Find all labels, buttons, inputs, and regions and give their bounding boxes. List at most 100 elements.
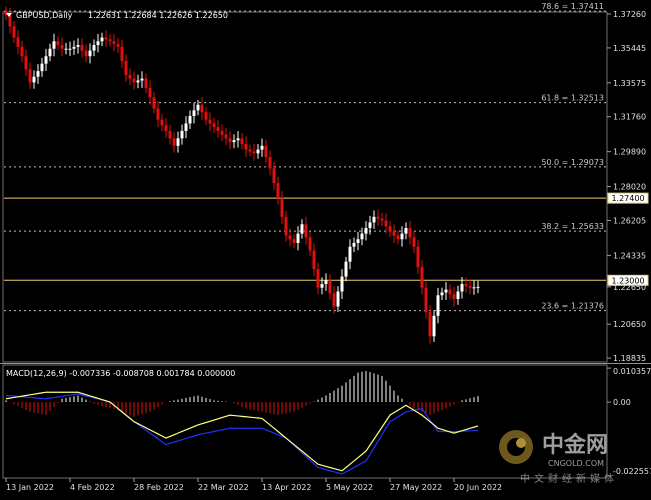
price-scale-label: 1.18835 [613,354,646,363]
candle-body [384,220,388,227]
candle-body [240,138,244,144]
candle-body [76,45,80,47]
cngold-logo-dot [516,438,526,448]
candle [156,101,160,128]
candle [116,38,120,53]
candle-body [172,138,176,146]
candle [408,220,412,245]
candle-body [52,41,56,49]
candle [384,213,388,234]
candle-body [472,287,476,289]
candle-body [284,216,288,236]
candle [288,228,292,247]
candle [292,234,296,248]
candle [104,30,108,47]
candle [244,136,248,158]
candle [300,219,304,239]
candle [352,237,356,253]
candle-body [24,56,28,70]
candle-body [328,280,332,294]
price-scale-label: 1.33575 [613,79,646,88]
candle-body [252,151,256,154]
candle [360,227,364,246]
candle [368,215,372,235]
candle-body [312,250,316,270]
candle-body [80,45,84,51]
candle [80,38,84,58]
candle-body [20,46,24,57]
candle-body [60,45,64,49]
time-scale-label: 4 Feb 2022 [70,483,115,492]
candle [48,43,52,62]
candle-body [144,78,148,88]
horizontal-lines[interactable]: 1.274001.23000 [4,192,649,286]
price-scale-label: 1.22650 [613,283,646,292]
macd-scale-label: 0.010357 [613,367,651,376]
candle [308,231,312,257]
candle [304,216,308,245]
candle-body [304,224,308,238]
candle-body [456,291,460,299]
candle [340,269,344,299]
candle-body [448,289,452,295]
candle [248,144,252,157]
candle [24,49,28,77]
candle [152,92,156,114]
candle-body [272,168,276,184]
candle [376,209,380,226]
chart-canvas[interactable]: 78.6 = 1.37411 61.8 = 1.32513 50.0 = 1.290… [0,0,651,496]
candle-body [184,123,188,131]
candle-body [404,228,408,234]
candle-body [368,222,372,229]
candle-body [220,130,224,135]
candle [192,102,196,124]
candle [64,43,68,55]
candle-body [196,104,200,111]
candle-body [264,145,268,158]
macd-series [5,370,479,475]
candle [40,57,44,77]
candle [284,211,288,242]
price-scale-label: 1.24335 [613,251,646,260]
candle-body [476,286,480,288]
candle-body [168,130,172,139]
candle-body [200,104,204,113]
candle [276,176,280,205]
candle-body [468,285,472,288]
candle [440,287,444,301]
candle-body [192,110,196,116]
candle-body [352,242,356,247]
candle-body [208,119,212,124]
candle [468,279,472,295]
candle-body [460,284,464,292]
candle [348,239,352,270]
watermark-en: CNGOLD.COM [548,459,604,468]
time-scale[interactable]: 13 Jan 2022 4 Feb 2022 28 Feb 2022 22 Mar 2… [5,478,502,492]
macd-indicator-label[interactable]: MACD(12,26,9) -0.007336 -0.008708 0.0017… [6,369,235,378]
candle-body [156,108,160,120]
candle-body [164,125,168,131]
candle-body [296,233,300,243]
candle [208,112,212,131]
candle [332,286,336,314]
trading-terminal-chart-window[interactable]: 78.6 = 1.37411 61.8 = 1.32513 50.0 = 1.290… [0,0,651,496]
candle [164,118,168,139]
candle [476,280,480,294]
price-scale-label: 1.26205 [613,216,646,225]
price-scale-label: 1.28020 [613,183,646,192]
candle [124,54,128,82]
fib-level-label: 61.8 = 1.32513 [541,94,604,103]
candle-body [36,71,40,77]
price-scale[interactable]: 1.37260 1.35445 1.33575 1.31760 1.29890 1.280… [607,10,646,363]
candle-body [28,69,32,83]
fib-level-label: 50.0 = 1.29073 [541,158,604,167]
macd-scale[interactable]: 0.010357 0.00 -0.022557 [607,367,651,477]
price-panel-frame [2,11,608,363]
candle [148,80,152,105]
candle [296,226,300,251]
fib-level-label: 38.2 = 1.25633 [541,222,604,231]
candle [112,33,116,52]
candle [336,286,340,312]
candle-body [416,246,420,268]
candle [456,285,460,305]
